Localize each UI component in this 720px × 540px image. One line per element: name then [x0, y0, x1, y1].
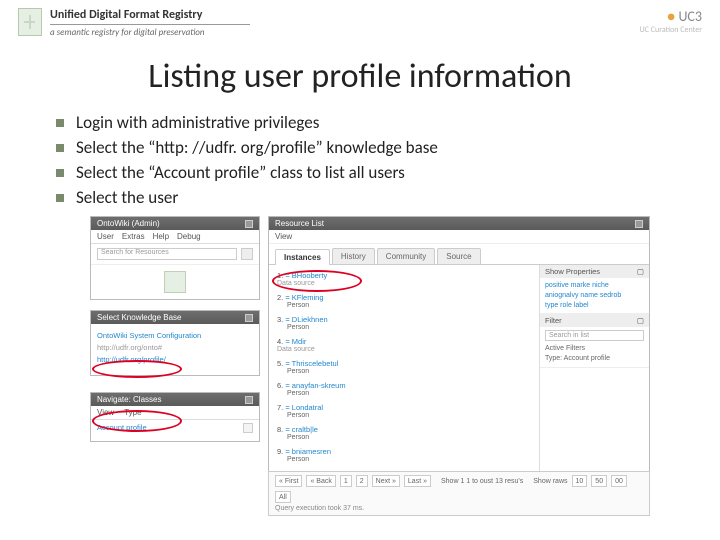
kb-item[interactable]: http://udfr.org/profile/	[97, 355, 253, 364]
resource-instance-list: 1. = BHoobertyData source 2. = KFlemingPe…	[269, 265, 539, 475]
registry-subtitle: a semantic registry for digital preserva…	[50, 27, 250, 38]
ontowiki-panel: OntoWiki (Admin) User Extras Help Debug …	[90, 216, 260, 300]
tab-history[interactable]: History	[332, 248, 375, 264]
nav-panel-title: Navigate: Classes	[97, 395, 161, 404]
ontowiki-panel-title: OntoWiki (Admin)	[97, 219, 160, 228]
menu-extras[interactable]: Extras	[122, 232, 145, 241]
resource-list-panel: Resource List View Instances History Com…	[268, 216, 650, 500]
search-input[interactable]: Search for Resources	[97, 248, 237, 260]
query-time: Query execution took 37 ms.	[275, 505, 643, 512]
bullet-item: Select the “Account profile” class to li…	[56, 162, 690, 185]
panel-collapse-icon[interactable]	[635, 220, 643, 228]
pager-page-2[interactable]: 2	[356, 475, 368, 487]
resource-item[interactable]: 1. = BHoobertyData source	[277, 271, 531, 287]
menu-debug[interactable]: Debug	[177, 232, 201, 241]
kb-panel-title: Select Knowledge Base	[97, 313, 182, 322]
nav-tab-type[interactable]: Type	[124, 408, 141, 417]
pager-status: Show 1 1 to oust 13 resu's	[441, 478, 523, 485]
collapse-icon[interactable]: ▢	[637, 267, 644, 276]
resource-item[interactable]: 2. = KFlemingPerson	[277, 293, 531, 309]
tab-community[interactable]: Community	[377, 248, 435, 264]
navigate-panel: Navigate: Classes View Type Account prof…	[90, 392, 260, 442]
uc3-dot-icon: ●	[667, 8, 675, 25]
panel-collapse-icon[interactable]	[245, 396, 253, 404]
tab-instances[interactable]: Instances	[275, 249, 330, 265]
resource-item[interactable]: 8. = craltb|lePerson	[277, 425, 531, 441]
app-screenshot: OntoWiki (Admin) User Extras Help Debug …	[90, 216, 650, 516]
resource-item[interactable]: 3. = DLiekhnenPerson	[277, 315, 531, 331]
show-properties-title: Show Properties	[545, 267, 600, 276]
resource-item[interactable]: 5. = ThriscelebetulPerson	[277, 359, 531, 375]
kb-item[interactable]: OntoWiki System Configuration	[97, 331, 253, 340]
nav-item-action-icon[interactable]	[243, 423, 253, 433]
resource-panel-title: Resource List	[275, 219, 324, 228]
nav-tab-view[interactable]: View	[97, 408, 114, 417]
search-button[interactable]	[241, 248, 253, 260]
tab-source[interactable]: Source	[437, 248, 480, 264]
panel-collapse-icon[interactable]	[245, 220, 253, 228]
slide-header: Unified Digital Format Registry a semant…	[18, 8, 702, 48]
filter-title: Filter	[545, 316, 562, 325]
active-filters-label: Active Filters	[545, 344, 644, 354]
resource-item[interactable]: 9. = bniamesrenPerson	[277, 447, 531, 463]
resource-view-label[interactable]: View	[269, 230, 649, 244]
pager-back[interactable]: « Back	[306, 475, 335, 487]
udfr-logo-icon	[18, 8, 42, 36]
resource-item[interactable]: 6. = anayfan-skreumPerson	[277, 381, 531, 397]
pager-limit-all[interactable]: All	[275, 491, 291, 503]
pager-first[interactable]: « First	[275, 475, 302, 487]
bullet-item: Select the “http: //udfr. org/profile” k…	[56, 137, 690, 160]
resource-item[interactable]: 7. = LondatralPerson	[277, 403, 531, 419]
pager-limit-00[interactable]: 00	[611, 475, 627, 487]
collapse-icon[interactable]: ▢	[637, 316, 644, 325]
bullet-item: Login with administrative privileges	[56, 112, 690, 135]
bullet-item: Select the user	[56, 187, 690, 210]
registry-title: Unified Digital Format Registry	[50, 8, 250, 22]
pager-limit-label: Show raws	[533, 478, 567, 485]
menu-user[interactable]: User	[97, 232, 114, 241]
pagination-bar: « First « Back 1 2 Next » Last » Show 1 …	[268, 471, 650, 516]
pager-limit-50[interactable]: 50	[591, 475, 607, 487]
filter-search-input[interactable]: Search in list	[545, 330, 644, 341]
active-filter-value: Type: Account profile	[545, 354, 644, 364]
resource-item[interactable]: 4. = MdirData source	[277, 337, 531, 353]
uc3-logo: ● UC3 UC Curation Center	[640, 8, 702, 48]
nav-class-item[interactable]: Account profile	[97, 423, 147, 433]
panel-collapse-icon[interactable]	[245, 314, 253, 322]
slide-title: Listing user profile information	[0, 56, 720, 97]
pager-last[interactable]: Last »	[404, 475, 431, 487]
resource-side-panel: Show Properties ▢ positive marke niche an…	[539, 265, 649, 475]
pager-limit-10[interactable]: 10	[572, 475, 588, 487]
pager-page-1[interactable]: 1	[340, 475, 352, 487]
bullet-list: Login with administrative privileges Sel…	[56, 112, 690, 212]
menu-help[interactable]: Help	[153, 232, 169, 241]
kb-item[interactable]: http://udfr.org/onto#	[97, 343, 253, 352]
properties-list[interactable]: positive marke niche aniognalvy name sed…	[540, 278, 649, 313]
pager-next[interactable]: Next »	[372, 475, 400, 487]
udfr-small-logo-icon	[164, 271, 186, 293]
knowledge-base-panel: Select Knowledge Base OntoWiki System Co…	[90, 310, 260, 376]
